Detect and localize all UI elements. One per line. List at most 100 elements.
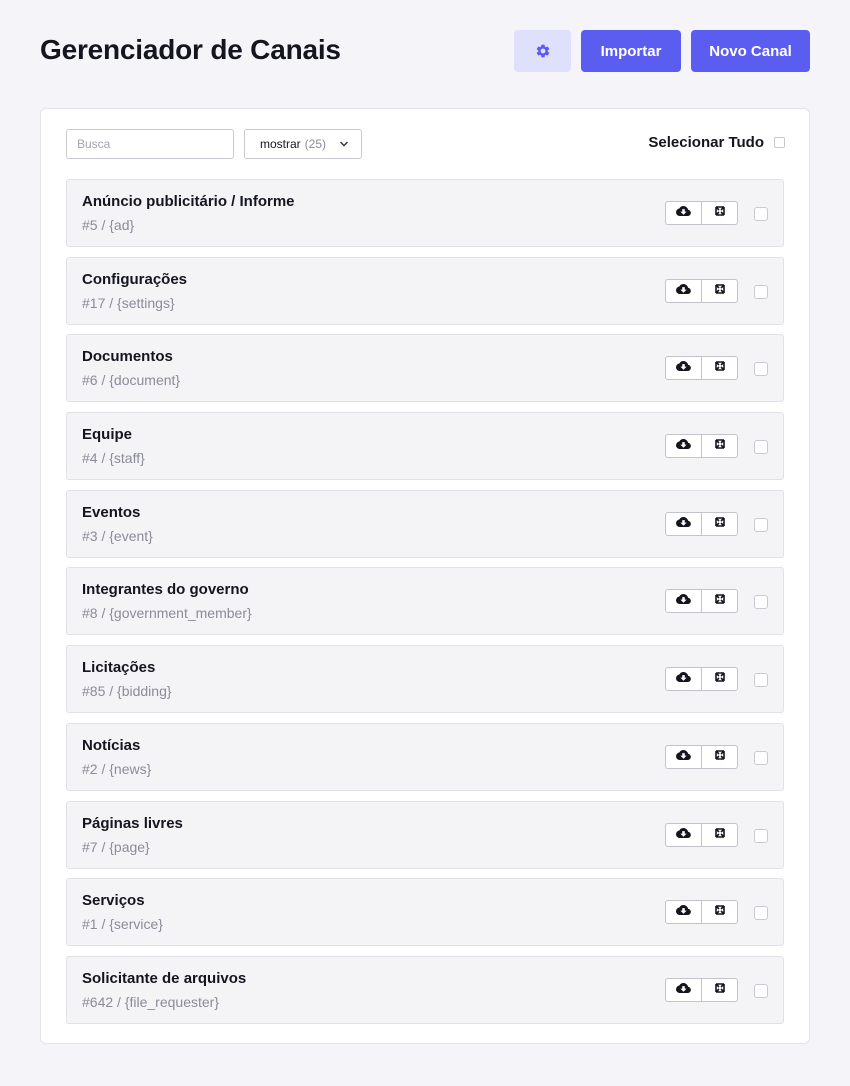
export-button[interactable] [666, 901, 701, 923]
export-button[interactable] [666, 979, 701, 1001]
settings-button[interactable] [514, 30, 571, 72]
export-button[interactable] [666, 590, 701, 612]
export-button[interactable] [666, 357, 701, 379]
channel-meta: #642 / {file_requester} [82, 993, 219, 1010]
crop-button[interactable] [701, 512, 737, 535]
row-checkbox[interactable] [754, 673, 768, 688]
crop-icon [714, 748, 726, 766]
crop-icon [714, 282, 726, 300]
list-item[interactable]: Documentos #6 / {document} [66, 334, 784, 403]
channel-name: Documentos [82, 348, 173, 366]
row-checkbox[interactable] [754, 595, 768, 610]
cloud-download-icon [676, 981, 691, 999]
crop-button[interactable] [701, 435, 737, 458]
export-button[interactable] [666, 513, 701, 535]
channel-name: Eventos [82, 503, 141, 521]
row-actions [665, 278, 738, 303]
row-actions [665, 511, 738, 536]
cloud-download-icon [676, 515, 691, 533]
row-actions [665, 900, 738, 925]
row-checkbox[interactable] [754, 983, 768, 998]
channel-meta: #7 / {page} [82, 838, 150, 855]
crop-button[interactable] [701, 668, 737, 691]
channel-name: Páginas livres [82, 814, 183, 832]
list-item[interactable]: Equipe #4 / {staff} [66, 412, 784, 481]
channel-name: Anúncio publicitário / Informe [82, 193, 295, 210]
channel-meta: #85 / {bidding} [82, 683, 172, 700]
crop-icon [714, 515, 726, 533]
cloud-download-icon [676, 282, 691, 300]
row-checkbox[interactable] [754, 362, 768, 377]
new-channel-button[interactable]: Novo Canal [691, 30, 810, 72]
row-actions [665, 977, 738, 1002]
list-item[interactable]: Anúncio publicitário / Informe #5 / {ad} [66, 179, 784, 247]
crop-icon [714, 826, 726, 844]
crop-button[interactable] [701, 357, 737, 380]
list-item[interactable]: Integrantes do governo #8 / {government_m… [66, 567, 784, 636]
chevron-down-icon [340, 141, 348, 147]
list-item[interactable]: Licitações #85 / {bidding} [66, 645, 784, 714]
export-button[interactable] [666, 202, 701, 224]
crop-icon [714, 903, 726, 921]
crop-icon [714, 437, 726, 455]
row-checkbox[interactable] [754, 517, 768, 532]
channel-name: Licitações [82, 659, 156, 677]
channel-meta: #6 / {document} [82, 372, 181, 389]
crop-icon [714, 359, 726, 377]
row-actions [665, 201, 738, 225]
channel-name: Integrantes do governo [82, 581, 249, 599]
page-header: Gerenciador de Canais Importar Novo Cana… [40, 30, 810, 72]
channel-name: Solicitante de arquivos [82, 969, 247, 987]
export-button[interactable] [666, 746, 701, 768]
cloud-download-icon [676, 437, 691, 455]
row-checkbox[interactable] [754, 906, 768, 921]
export-button[interactable] [666, 668, 701, 690]
list-item[interactable]: Configurações #17 / {settings} [66, 256, 784, 325]
row-actions [665, 434, 738, 459]
crop-icon [714, 204, 726, 222]
channel-meta: #1 / {service} [82, 916, 163, 933]
crop-button[interactable] [701, 823, 737, 846]
import-button[interactable]: Importar [581, 30, 681, 72]
crop-button[interactable] [701, 745, 737, 768]
crop-button[interactable] [701, 202, 737, 224]
cloud-download-icon [676, 670, 691, 688]
channel-name: Configurações [82, 270, 188, 288]
export-button[interactable] [666, 280, 701, 302]
gear-icon [536, 44, 549, 58]
row-checkbox[interactable] [754, 440, 768, 455]
select-all[interactable]: Selecionar Tudo [648, 134, 785, 151]
list-item[interactable]: Eventos #3 / {event} [66, 489, 784, 558]
search-input[interactable] [66, 129, 234, 159]
list-item[interactable]: Serviços #1 / {service} [66, 878, 784, 947]
row-checkbox[interactable] [754, 750, 768, 765]
cloud-download-icon [676, 592, 691, 610]
channel-meta: #4 / {staff} [82, 450, 145, 467]
crop-button[interactable] [701, 279, 737, 302]
crop-button[interactable] [701, 978, 737, 1001]
channel-meta: #2 / {news} [82, 760, 152, 777]
list-item[interactable]: Solicitante de arquivos #642 / {file_requ… [66, 955, 784, 1024]
crop-button[interactable] [701, 590, 737, 613]
show-count-select[interactable]: mostrar (25) [244, 129, 362, 159]
channel-name: Equipe [82, 426, 133, 444]
list-item[interactable]: Notícias #2 / {news} [66, 722, 784, 791]
row-actions [665, 356, 738, 381]
select-all-checkbox[interactable] [774, 137, 785, 148]
list-item[interactable]: Páginas livres #7 / {page} [66, 800, 784, 869]
export-button[interactable] [666, 435, 701, 457]
channel-meta: #8 / {government_member} [82, 605, 252, 622]
row-checkbox[interactable] [754, 284, 768, 299]
export-button[interactable] [666, 824, 701, 846]
channel-meta: #17 / {settings} [82, 294, 175, 311]
cloud-download-icon [676, 204, 691, 222]
channel-list: Anúncio publicitário / Informe #5 / {ad} C… [66, 179, 784, 1034]
row-actions [665, 822, 738, 847]
row-checkbox[interactable] [754, 828, 768, 843]
cloud-download-icon [676, 903, 691, 921]
row-actions [665, 667, 738, 692]
crop-button[interactable] [701, 901, 737, 924]
row-checkbox[interactable] [754, 207, 768, 221]
show-count: (25) [304, 137, 327, 151]
cloud-download-icon [676, 826, 691, 844]
